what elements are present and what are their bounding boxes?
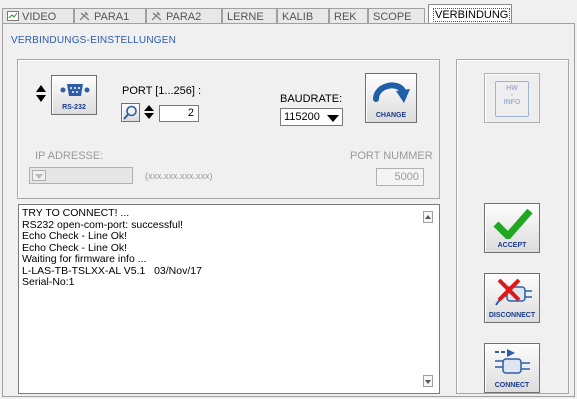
tab-strip: VIDEO PARA1 PARA2 LERNE KALIB REK SCOPE …	[2, 2, 575, 26]
accept-button[interactable]: ACCEPT	[484, 203, 540, 253]
scroll-down-button[interactable]	[423, 375, 433, 387]
tab-label: VIDEO	[22, 11, 57, 23]
ip-address-select[interactable]	[29, 167, 133, 184]
video-icon	[7, 11, 19, 21]
rs232-button[interactable]: RS-232	[51, 75, 97, 115]
hw-info-line3: INFO	[503, 99, 521, 106]
baudrate-select[interactable]: 115200	[280, 108, 343, 126]
search-icon	[123, 105, 137, 120]
hw-info-button[interactable]: HW - INFO	[484, 73, 540, 123]
spin-up-icon[interactable]	[36, 85, 46, 92]
log-line: Waiting for firmware info ...	[22, 253, 147, 265]
tab-label: LERNE	[227, 11, 264, 23]
change-button[interactable]: CHANGE	[365, 73, 417, 123]
hw-info-icon: HW - INFO	[495, 81, 529, 117]
connect-icon	[495, 349, 530, 374]
log-line: Serial-No:1	[22, 276, 75, 288]
port-label: PORT [1...256] :	[122, 85, 202, 97]
port-spinner[interactable]	[143, 105, 155, 119]
settings-group: RS-232 PORT [1...256] : 2 BAUDRATE: 1152…	[17, 59, 440, 199]
log-line: Echo Check - Line Ok!	[22, 230, 128, 242]
tab-label: REK	[334, 11, 357, 23]
tab-label: KALIB	[282, 11, 314, 23]
tab-label: SCOPE	[373, 11, 412, 23]
tools-icon	[79, 11, 90, 21]
rs232-label: RS-232	[62, 104, 86, 111]
baudrate-value: 115200	[284, 111, 320, 123]
disconnect-label: DISCONNECT	[488, 312, 536, 319]
checkmark-icon	[493, 208, 533, 239]
connection-log[interactable]: TRY TO CONNECT! ... RS232 open-com-port:…	[18, 204, 440, 394]
serial-port-icon	[60, 84, 90, 96]
baudrate-label: BAUDRATE:	[280, 93, 343, 105]
port-number-label: PORT NUMMER	[350, 150, 433, 162]
ip-format-hint: (xxx.xxx.xxx.xxx)	[145, 171, 213, 181]
chevron-down-icon	[32, 170, 46, 181]
disconnect-icon	[495, 278, 532, 306]
log-line: L-LAS-TB-TSLXX-AL V5.1 03/Nov/17	[22, 264, 202, 277]
change-label: CHANGE	[375, 112, 407, 119]
section-title: VERBINDUNGS-EINSTELLUNGEN	[11, 35, 177, 46]
connect-button[interactable]: CONNECT	[484, 343, 540, 393]
disconnect-button[interactable]: DISCONNECT	[484, 273, 540, 323]
chevron-down-icon	[326, 111, 340, 124]
port-search-button[interactable]	[121, 103, 140, 122]
tab-label: PARA2	[166, 11, 202, 23]
connect-label: CONNECT	[494, 382, 530, 389]
tab-label: VERBINDUNG	[433, 8, 511, 22]
tab-label: PARA1	[94, 11, 130, 23]
action-button-group: HW - INFO ACCEPT DISCONNECT CONNECT	[456, 59, 569, 394]
tools-icon	[151, 11, 162, 21]
redo-arrow-icon	[373, 82, 410, 103]
spin-down-icon[interactable]	[144, 113, 154, 119]
spin-down-icon[interactable]	[36, 95, 46, 102]
scroll-up-button[interactable]	[423, 211, 433, 223]
log-line: TRY TO CONNECT! ...	[22, 207, 130, 219]
log-lines: TRY TO CONNECT! ... RS232 open-com-port:…	[22, 207, 419, 289]
accept-label: ACCEPT	[497, 242, 527, 249]
ip-address-label: IP ADRESSE:	[35, 150, 104, 162]
port-input[interactable]: 2	[159, 105, 199, 122]
verbindung-panel: VERBINDUNGS-EINSTELLUNGEN RS-232 PORT [1…	[2, 23, 575, 397]
spin-up-icon[interactable]	[144, 105, 154, 111]
interface-spinner[interactable]	[35, 85, 47, 102]
port-number-input[interactable]: 5000	[376, 168, 424, 186]
